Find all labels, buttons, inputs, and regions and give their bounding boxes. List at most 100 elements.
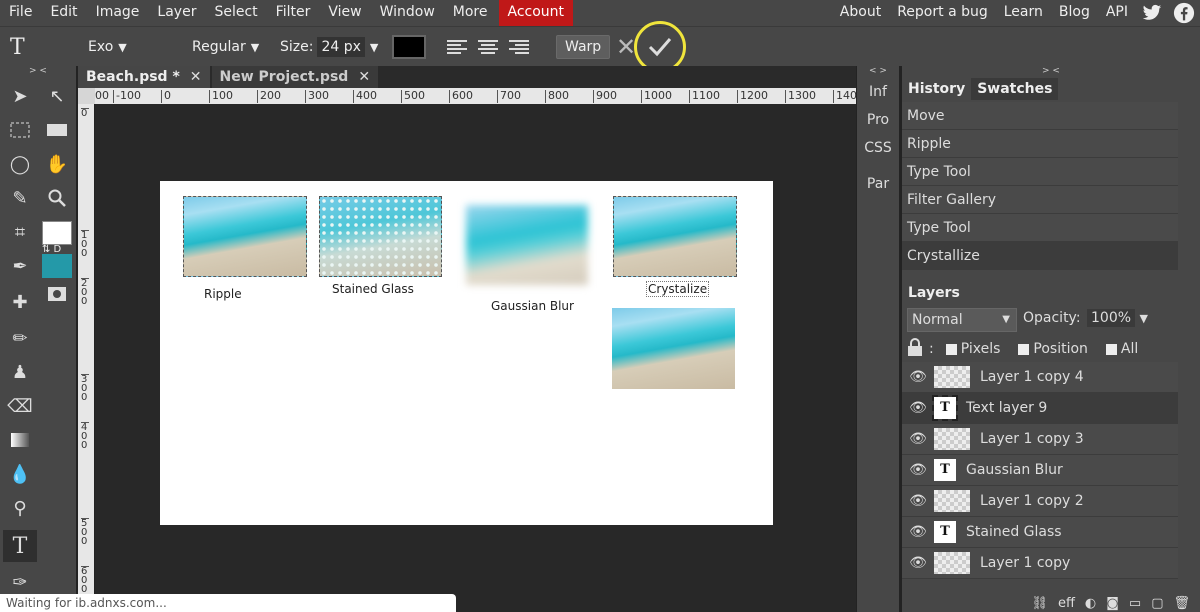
lock-all-checkbox[interactable]: All (1105, 341, 1138, 357)
crop-tool-icon[interactable]: ⌗ (3, 216, 37, 248)
menu-more[interactable]: More (444, 0, 497, 26)
eye-icon[interactable]: 👁 (902, 462, 934, 478)
history-item[interactable]: Move (902, 102, 1178, 130)
check-icon[interactable] (648, 36, 672, 58)
tab-layers[interactable]: Layers (902, 282, 966, 304)
adjustment-icon[interactable]: ◐ (1085, 596, 1096, 611)
tab-beach[interactable]: Beach.psd * ✕ (78, 66, 210, 88)
crystallize-text-input[interactable]: Crystalize (646, 281, 710, 297)
menu-layer[interactable]: Layer (148, 0, 205, 26)
lasso-tool-icon[interactable]: ◯ (3, 148, 37, 180)
rect-shape-icon[interactable] (40, 114, 74, 146)
twitter-icon[interactable] (1136, 0, 1168, 26)
close-icon[interactable]: ✕ (358, 69, 370, 85)
font-family-dropdown[interactable]: Exo ▼ (88, 27, 127, 67)
menu-file[interactable]: File (0, 0, 41, 26)
lock-pixels-checkbox[interactable]: Pixels (945, 341, 1000, 357)
trash-icon[interactable]: 🗑 (1173, 596, 1190, 611)
dodge-tool-icon[interactable]: ⚲ (3, 492, 37, 524)
hand-tool-icon[interactable]: ✋ (40, 148, 74, 180)
tab-new-project[interactable]: New Project.psd ✕ (211, 66, 379, 88)
collapse-toggle[interactable]: > < (0, 66, 76, 76)
paragraph-panel-button[interactable]: Par (857, 170, 899, 198)
type-tool-button-icon[interactable]: T (3, 530, 37, 562)
eye-icon[interactable]: 👁 (902, 524, 934, 540)
close-icon[interactable]: ✕ (190, 69, 202, 85)
layer-row[interactable]: 👁 Layer 1 copy 4 (902, 362, 1178, 393)
crystallize-image[interactable] (613, 196, 737, 277)
new-layer-icon[interactable]: ▢ (1151, 596, 1163, 611)
gaussian-blur-image[interactable] (466, 205, 588, 285)
lock-position-checkbox[interactable]: Position (1018, 341, 1088, 357)
background-color-swatch[interactable] (42, 254, 72, 278)
stamp-tool-icon[interactable]: ♟ (3, 356, 37, 388)
warp-button[interactable]: Warp (556, 35, 611, 59)
css-panel-button[interactable]: CSS (857, 134, 899, 162)
layer-row-selected[interactable]: 👁 T Text layer 9 (902, 393, 1178, 424)
facebook-icon[interactable] (1168, 0, 1200, 26)
menu-view[interactable]: View (319, 0, 370, 26)
eraser-tool-icon[interactable]: ⌫ (3, 390, 37, 422)
eye-icon[interactable]: 👁 (902, 369, 934, 385)
layer-row[interactable]: 👁 T Stained Glass (902, 517, 1178, 548)
font-style-dropdown[interactable]: Regular ▼ (192, 27, 259, 67)
collapse-toggle[interactable]: < > (857, 66, 899, 76)
link-blog[interactable]: Blog (1051, 0, 1098, 26)
history-item-current[interactable]: Crystallize (902, 242, 1178, 270)
align-center-icon[interactable] (477, 27, 499, 67)
text-color-swatch[interactable] (392, 35, 426, 59)
menu-window[interactable]: Window (371, 0, 444, 26)
link-api[interactable]: API (1098, 0, 1136, 26)
eye-icon[interactable]: 👁 (902, 493, 934, 509)
ripple-image[interactable] (183, 196, 307, 277)
info-panel-button[interactable]: Inf (857, 78, 899, 106)
tab-swatches[interactable]: Swatches (971, 78, 1059, 100)
foreground-color-swatch[interactable] (42, 221, 72, 245)
layer-row[interactable]: 👁 Layer 1 copy 2 (902, 486, 1178, 517)
history-item[interactable]: Ripple (902, 130, 1178, 158)
menu-select[interactable]: Select (205, 0, 266, 26)
menu-image[interactable]: Image (87, 0, 149, 26)
properties-panel-button[interactable]: Pro (857, 106, 899, 134)
move-tool-icon[interactable]: ➤ (3, 80, 37, 112)
layer-row[interactable]: 👁 Layer 1 copy 3 (902, 424, 1178, 455)
blend-mode-select[interactable]: Normal ▼ (907, 308, 1017, 332)
document-canvas[interactable]: Ripple Stained Glass Gaussian Blur Cryst… (160, 181, 773, 525)
align-left-icon[interactable] (446, 27, 468, 67)
collapse-toggle[interactable]: > < (902, 66, 1200, 76)
original-image[interactable] (612, 308, 735, 389)
eye-icon[interactable]: 👁 (902, 431, 934, 447)
link-about[interactable]: About (832, 0, 889, 26)
chevron-down-icon[interactable]: ▼ (1139, 312, 1147, 325)
gradient-tool-icon[interactable] (3, 424, 37, 456)
direct-select-tool-icon[interactable]: ↖ (40, 80, 74, 112)
quick-select-tool-icon[interactable]: ✎ (3, 182, 37, 214)
quick-mask-icon[interactable] (40, 278, 74, 310)
history-item[interactable]: Filter Gallery (902, 186, 1178, 214)
link-report-bug[interactable]: Report a bug (889, 0, 996, 26)
history-item[interactable]: Type Tool (902, 214, 1178, 242)
eyedropper-tool-icon[interactable]: ✒ (3, 250, 37, 282)
zoom-tool-icon[interactable] (40, 182, 74, 214)
marquee-tool-icon[interactable] (3, 114, 37, 146)
opacity-input[interactable]: 100% (1087, 309, 1136, 327)
mask-icon[interactable]: ◙ (1106, 596, 1119, 611)
layer-row[interactable]: 👁 T Gaussian Blur (902, 455, 1178, 486)
healing-brush-icon[interactable]: ✚ (3, 286, 37, 318)
brush-tool-icon[interactable]: ✏ (3, 322, 37, 354)
chevron-down-icon[interactable]: ▼ (370, 41, 378, 54)
stained-glass-image[interactable] (319, 196, 442, 277)
menu-filter[interactable]: Filter (267, 0, 320, 26)
link-learn[interactable]: Learn (996, 0, 1051, 26)
eye-icon[interactable]: 👁 (902, 400, 934, 416)
eye-icon[interactable]: 👁 (902, 555, 934, 571)
menu-edit[interactable]: Edit (41, 0, 86, 26)
font-size-input[interactable]: 24 px (317, 37, 365, 57)
group-folder-icon[interactable]: ▭ (1129, 596, 1141, 611)
menu-account[interactable]: Account (498, 0, 574, 26)
effects-button[interactable]: eff (1058, 596, 1075, 611)
align-right-icon[interactable] (508, 27, 530, 67)
history-item[interactable]: Type Tool (902, 158, 1178, 186)
tab-history[interactable]: History (902, 78, 972, 100)
link-layers-icon[interactable]: ⛓ (1031, 596, 1048, 611)
